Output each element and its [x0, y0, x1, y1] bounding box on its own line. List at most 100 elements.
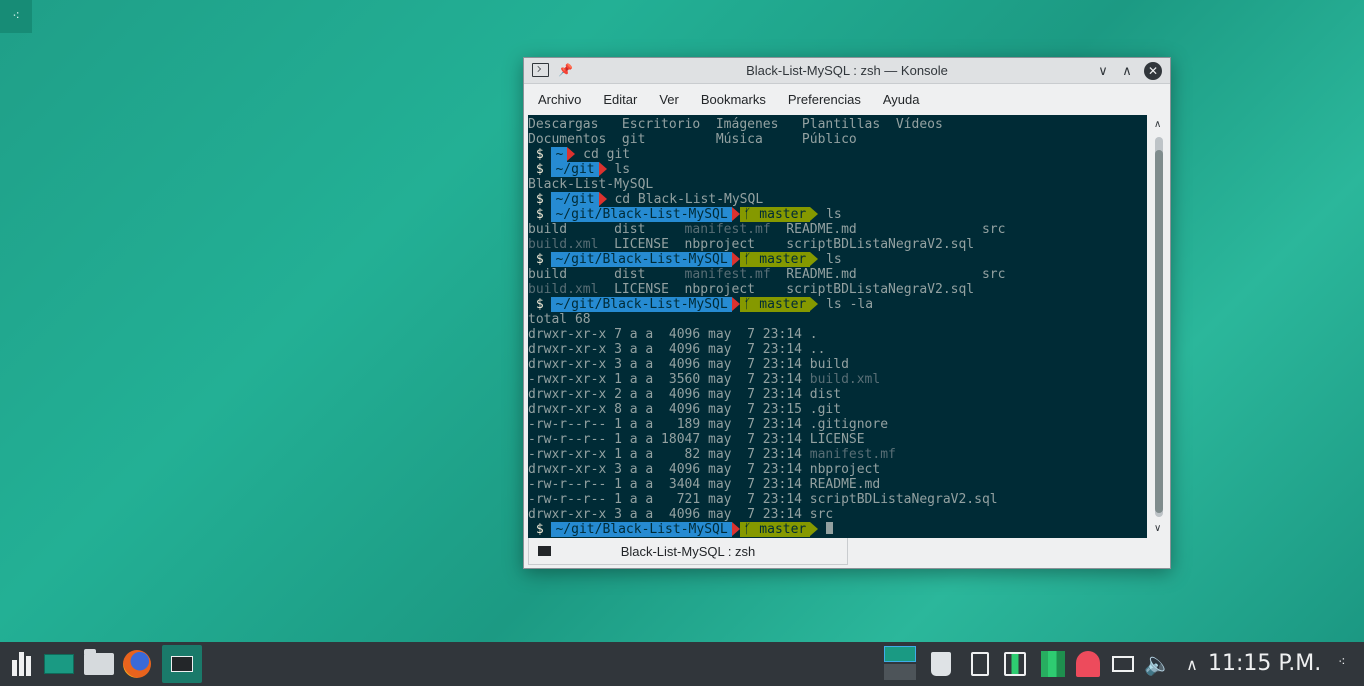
prompt-arrow-icon [598, 192, 607, 206]
prompt-path: ~/git [551, 162, 599, 177]
ls-la-row: -rw-r--r-- 1 a a 3404 may 7 23:14 README… [528, 477, 1147, 492]
terminal-line: Descargas Escritorio Imágenes Plantillas… [528, 117, 943, 132]
prompt-line: $ ~/git/Black-List-MySQL ᚶ master ls -la [528, 297, 1147, 312]
chevron-up-icon[interactable]: ∧ [1180, 650, 1204, 678]
prompt-dollar: $ [528, 162, 552, 177]
file-meta: drwxr-xr-x 3 a a 4096 may 7 23:14 [528, 462, 810, 477]
prompt-line: $ ~/git/Black-List-MySQL ᚶ master ls [528, 252, 1147, 267]
file-meta: -rw-r--r-- 1 a a 18047 may 7 23:14 [528, 432, 810, 447]
desktop-1[interactable] [884, 646, 916, 662]
desktop-icon[interactable] [42, 648, 76, 680]
ls-entry-dim: build.xml [528, 282, 599, 297]
menu-bookmarks[interactable]: Bookmarks [695, 92, 772, 107]
terminal-output[interactable]: Descargas Escritorio Imágenes Plantillas… [528, 115, 1147, 538]
prompt-line: $ ~ cd git [528, 147, 1147, 162]
folder-icon[interactable] [82, 648, 116, 680]
close-button[interactable]: ✕ [1144, 62, 1162, 80]
file-meta: -rw-r--r-- 1 a a 189 may 7 23:14 [528, 417, 810, 432]
window-title: Black-List-MySQL : zsh — Konsole [746, 63, 948, 78]
show-desktop-icon[interactable]: ⁖ [1338, 655, 1346, 670]
prompt-arrow-icon [598, 162, 607, 176]
command: cd git [575, 147, 631, 162]
terminal-line: build.xml LICENSE nbproject scriptBDList… [528, 282, 1147, 297]
system-monitor-icon[interactable] [1040, 650, 1066, 678]
file-name: .gitignore [809, 417, 889, 432]
file-meta: -rw-r--r-- 1 a a 3404 may 7 23:14 [528, 477, 810, 492]
file-name: scriptBDListaNegraV2.sql [809, 492, 998, 507]
minimize-button[interactable]: ∨ [1094, 62, 1112, 80]
desktop-toolbox-icon[interactable]: ⁖ [0, 0, 32, 33]
clipboard-icon[interactable] [968, 650, 992, 678]
tab-label: Black-List-MySQL : zsh [620, 543, 756, 559]
file-name: nbproject [809, 462, 881, 477]
menu-preferencias[interactable]: Preferencias [782, 92, 867, 107]
prompt-branch: ᚶ master [739, 522, 811, 537]
file-name: . [809, 327, 818, 342]
ls-entries: README.md src [770, 267, 1006, 282]
prompt-dollar: $ [528, 192, 552, 207]
file-name: .git [809, 402, 842, 417]
file-name: build [809, 357, 849, 372]
file-name: build.xml [809, 372, 881, 387]
ls-la-row: drwxr-xr-x 3 a a 4096 may 7 23:14 .. [528, 342, 1147, 357]
menu-archivo[interactable]: Archivo [532, 92, 587, 107]
ls-la-row: drwxr-xr-x 8 a a 4096 may 7 23:15 .git [528, 402, 1147, 417]
trash-icon[interactable] [928, 650, 954, 678]
menu-editar[interactable]: Editar [597, 92, 643, 107]
file-meta: drwxr-xr-x 2 a a 4096 may 7 23:14 [528, 387, 810, 402]
taskbar: 🔈 ∧ 11:15 P.M. ⁖ [0, 642, 1364, 686]
prompt-dollar: $ [528, 207, 552, 222]
command: ls [818, 207, 842, 222]
terminal-line: Black-List-MySQL [528, 177, 654, 192]
prompt-path: ~/git/Black-List-MySQL [551, 522, 732, 537]
scrollbar-thumb[interactable] [1155, 150, 1163, 513]
network-icon[interactable] [1110, 650, 1136, 678]
terminal-line: total 68 [528, 312, 591, 327]
menubar: Archivo Editar Ver Bookmarks Preferencia… [524, 84, 1170, 114]
ls-la-row: -rw-r--r-- 1 a a 18047 may 7 23:14 LICEN… [528, 432, 1147, 447]
ls-entry-dim: build.xml [528, 237, 599, 252]
prompt-arrow-icon [731, 522, 740, 536]
prompt-line: $ ~/git cd Black-List-MySQL [528, 192, 1147, 207]
clock[interactable]: 11:15 P.M. [1208, 650, 1321, 678]
scroll-down-icon[interactable]: ∨ [1154, 523, 1161, 534]
ls-entries: LICENSE nbproject scriptBDListaNegraV2.s… [598, 237, 975, 252]
ls-la-row: drwxr-xr-x 3 a a 4096 may 7 23:14 build [528, 357, 1147, 372]
titlebar[interactable]: 📌 Black-List-MySQL : zsh — Konsole ∨ ∧ ✕ [524, 58, 1170, 84]
prompt-path: ~/git/Black-List-MySQL [551, 207, 732, 222]
konsole-icon[interactable] [162, 645, 202, 683]
ls-la-row: drwxr-xr-x 7 a a 4096 may 7 23:14 . [528, 327, 1147, 342]
battery-icon[interactable] [1002, 650, 1028, 678]
scroll-up-icon[interactable]: ∧ [1154, 119, 1161, 130]
command: cd Black-List-MySQL [606, 192, 764, 207]
prompt-path: ~ [551, 147, 568, 162]
prompt-arrow-icon [731, 252, 740, 266]
prompt-dollar: $ [528, 252, 552, 267]
firefox-icon[interactable] [120, 648, 154, 680]
file-meta: -rwxr-xr-x 1 a a 3560 may 7 23:14 [528, 372, 810, 387]
prompt-dollar: $ [528, 297, 552, 312]
desktop-2[interactable] [884, 664, 916, 680]
prompt-path: ~/git/Black-List-MySQL [551, 297, 732, 312]
volume-icon[interactable]: 🔈 [1144, 650, 1172, 678]
prompt-arrow-icon [731, 207, 740, 221]
terminal-line: build.xml LICENSE nbproject scriptBDList… [528, 237, 1147, 252]
file-meta: drwxr-xr-x 3 a a 4096 may 7 23:14 [528, 342, 810, 357]
file-name: .. [809, 342, 826, 357]
ghost-icon[interactable] [1074, 650, 1102, 678]
maximize-button[interactable]: ∧ [1118, 62, 1136, 80]
ls-la-row: -rwxr-xr-x 1 a a 3560 may 7 23:14 build.… [528, 372, 1147, 387]
prompt-arrow-icon [731, 297, 740, 311]
prompt-path: ~/git [551, 192, 599, 207]
menu-ayuda[interactable]: Ayuda [877, 92, 926, 107]
menu-ver[interactable]: Ver [653, 92, 685, 107]
prompt-dollar: $ [528, 147, 552, 162]
terminal-scrollbar[interactable]: ∧ ∨ [1150, 115, 1168, 538]
ls-entries: README.md src [770, 222, 1006, 237]
ls-la-row: drwxr-xr-x 2 a a 4096 may 7 23:14 dist [528, 387, 1147, 402]
virtual-desktop-pager[interactable] [884, 646, 918, 682]
application-launcher-icon[interactable] [4, 648, 38, 680]
prompt-branch: ᚶ master [739, 207, 811, 222]
tab-session[interactable]: Black-List-MySQL : zsh [528, 538, 848, 565]
ls-entries: build dist [528, 222, 685, 237]
